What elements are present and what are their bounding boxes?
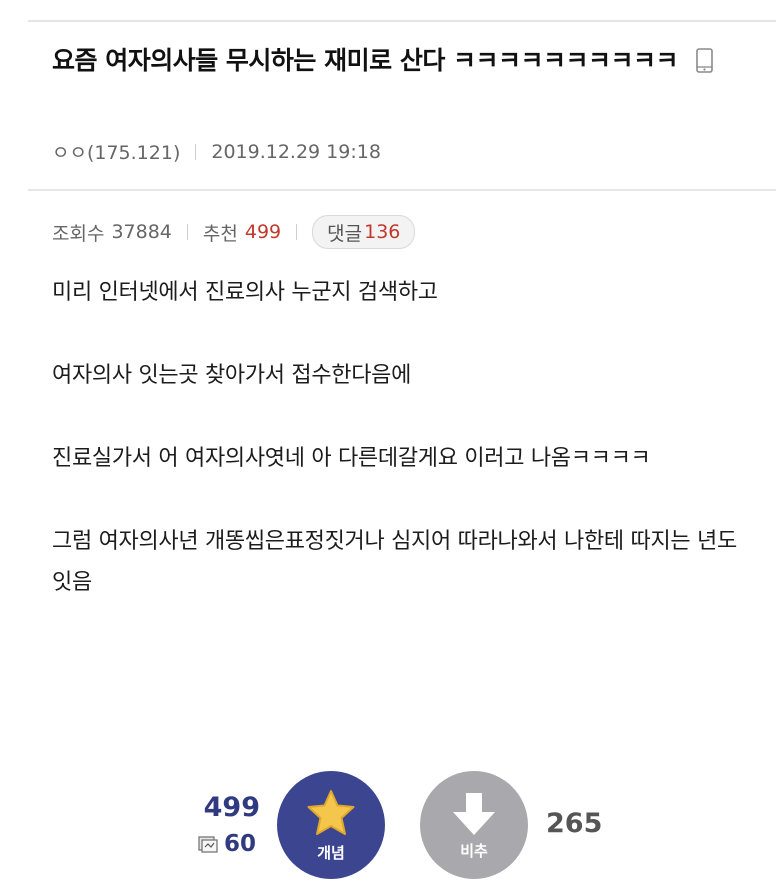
stats-separator — [296, 224, 298, 240]
fixed-user-recommend: 60 — [198, 831, 256, 857]
post-title: 요즘 여자의사들 무시하는 재미로 산다 ㅋㅋㅋㅋㅋㅋㅋㅋㅋㅋ — [52, 40, 752, 86]
body-paragraph: 그럼 여자의사년 개똥씹은표정짓거나 심지어 따라나와서 나한테 따지는 년도잇… — [52, 529, 737, 595]
downvote-count: 265 — [546, 808, 603, 839]
vote-area: 499 60 개념 비추 265 — [0, 770, 776, 891]
post-date: 2019.12.29 19:18 — [211, 140, 381, 163]
post-meta: ㅇㅇ(175.121) 2019.12.29 19:18 — [52, 138, 381, 165]
body-paragraph: 여자의사 잇는곳 찾아가서 접수한다음에 — [52, 363, 412, 388]
body-paragraph: 진료실가서 어 여자의사엿네 아 다른데갈게요 이러고 나옴ㅋㅋㅋㅋ — [52, 446, 651, 471]
reply-count: 136 — [364, 221, 401, 243]
views-count: 37884 — [111, 221, 172, 243]
upvote-count: 499 — [203, 792, 260, 823]
arrow-down-icon — [453, 792, 495, 835]
upvote-button[interactable]: 개념 — [277, 771, 385, 879]
post-stats: 조회수 37884 추천 499 댓글 136 — [52, 215, 416, 249]
star-icon — [307, 789, 355, 835]
fixed-user-icon — [198, 836, 218, 853]
fixed-user-count: 60 — [223, 831, 256, 857]
mobile-phone-icon — [696, 44, 714, 86]
meta-separator — [195, 143, 197, 160]
post-body: 미리 인터넷에서 진료의사 누군지 검색하고 여자의사 잇는곳 찾아가서 접수한… — [52, 272, 752, 645]
recommend-count: 499 — [244, 221, 282, 243]
views-label: 조회수 — [52, 222, 105, 245]
downvote-button[interactable]: 비추 — [420, 771, 528, 879]
post-title-text: 요즘 여자의사들 무시하는 재미로 산다 ㅋㅋㅋㅋㅋㅋㅋㅋㅋㅋ — [52, 46, 679, 75]
downvote-label: 비추 — [460, 841, 488, 860]
writer-nickname[interactable]: ㅇㅇ(175.121) — [52, 138, 180, 165]
reply-label: 댓글 — [327, 222, 363, 245]
top-divider — [28, 20, 776, 22]
recommend-label: 추천 — [202, 222, 238, 245]
body-paragraph: 미리 인터넷에서 진료의사 누군지 검색하고 — [52, 280, 438, 305]
stats-separator — [186, 224, 188, 240]
reply-count-button[interactable]: 댓글 136 — [312, 215, 416, 249]
upvote-label: 개념 — [317, 843, 345, 862]
header-divider — [28, 189, 776, 191]
